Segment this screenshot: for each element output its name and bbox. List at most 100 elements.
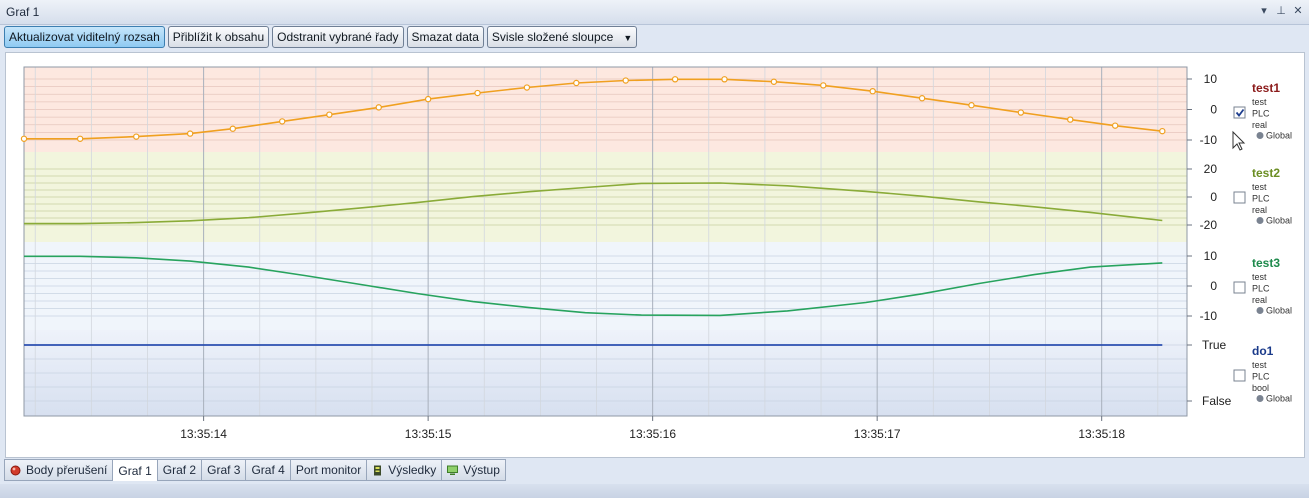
mouse-cursor-icon bbox=[1232, 130, 1246, 151]
data-point-test1[interactable] bbox=[20, 135, 28, 142]
legend-name-test1: test1 bbox=[1252, 81, 1280, 95]
data-point-test1[interactable] bbox=[1017, 109, 1025, 116]
status-bar bbox=[0, 484, 1309, 498]
y-tick-label-test3: -10 bbox=[1200, 309, 1218, 323]
data-point-test1[interactable] bbox=[918, 95, 926, 102]
y-tick-label-test1: 0 bbox=[1210, 103, 1217, 117]
remove-selected-series-button[interactable]: Odstranit vybrané řady bbox=[272, 26, 404, 48]
legend-meta-test3-2: real bbox=[1252, 295, 1267, 305]
legend-checkbox-do1[interactable] bbox=[1233, 369, 1246, 382]
tab-label: Graf 1 bbox=[118, 463, 152, 478]
y-tick-label-test3: 0 bbox=[1210, 279, 1217, 293]
legend-checkbox-test2[interactable] bbox=[1233, 191, 1246, 204]
data-point-test1[interactable] bbox=[424, 95, 432, 103]
legend-meta-test1-0: test bbox=[1252, 97, 1267, 107]
legend-name-test2: test2 bbox=[1252, 166, 1280, 180]
dropdown-icon[interactable]: ▾ bbox=[1257, 3, 1271, 19]
tab-graf-4[interactable]: Graf 4 bbox=[246, 459, 291, 481]
chart-toolbar: Aktualizovat viditelný rozsah Přiblížit … bbox=[4, 26, 638, 50]
x-tick-label-3: 13:35:17 bbox=[854, 427, 901, 441]
x-tick-label-1: 13:35:15 bbox=[405, 427, 452, 441]
panel-titlebar: Graf 1 ▾ ⊥ ✕ bbox=[0, 0, 1309, 25]
y-tick-label-test2: 20 bbox=[1204, 162, 1218, 176]
data-point-test1[interactable] bbox=[278, 118, 286, 125]
data-point-test1[interactable] bbox=[671, 76, 679, 83]
close-icon[interactable]: ✕ bbox=[1291, 3, 1305, 19]
tab-label: Port monitor bbox=[295, 463, 362, 477]
panel-title: Graf 1 bbox=[6, 5, 40, 19]
legend-meta-test2-2: real bbox=[1252, 205, 1267, 215]
legend-scope-test3: Global bbox=[1266, 306, 1292, 316]
legend-scope-test2: Global bbox=[1266, 216, 1292, 226]
tab-label: Výsledky bbox=[388, 463, 437, 477]
y-tick-label-do1: True bbox=[1202, 338, 1227, 352]
y-tick-label-do1: False bbox=[1202, 394, 1232, 408]
layout-dropdown-label: Svisle složené sloupce bbox=[491, 30, 614, 44]
chart-svg[interactable]: 13:35:14 13:35:15 13:35:16 13:35:17 13:35:18… bbox=[6, 53, 1304, 457]
legend-meta-test2-1: PLC bbox=[1252, 194, 1270, 204]
data-point-test1[interactable] bbox=[1159, 127, 1166, 135]
pin-icon[interactable]: ⊥ bbox=[1274, 3, 1288, 19]
legend-meta-test3-1: PLC bbox=[1252, 284, 1270, 294]
data-point-test1[interactable] bbox=[229, 125, 237, 132]
data-point-test1[interactable] bbox=[1111, 122, 1119, 129]
y-tick-label-test3: 10 bbox=[1204, 249, 1218, 263]
legend-scope-do1: Global bbox=[1266, 394, 1292, 404]
layout-dropdown[interactable]: Svisle složené sloupce ▼ bbox=[486, 26, 638, 48]
data-point-test1[interactable] bbox=[375, 104, 382, 111]
legend-meta-do1-2: bool bbox=[1252, 383, 1269, 393]
data-point-test1[interactable] bbox=[622, 77, 629, 84]
data-point-test1[interactable] bbox=[326, 111, 333, 118]
breakpoint-icon bbox=[10, 465, 21, 475]
tab-results[interactable]: Výsledky bbox=[367, 459, 443, 481]
data-point-test1[interactable] bbox=[523, 84, 531, 91]
tab-label: Graf 3 bbox=[207, 463, 241, 477]
legend-meta-test1-1: PLC bbox=[1252, 109, 1270, 119]
y-tick-label-test1: -10 bbox=[1200, 133, 1218, 147]
x-tick-label-2: 13:35:16 bbox=[629, 427, 676, 441]
zoom-to-content-button[interactable]: Přiblížit k obsahu bbox=[167, 26, 270, 48]
data-point-test1[interactable] bbox=[968, 102, 975, 109]
tab-label: Graf 2 bbox=[162, 463, 197, 477]
data-point-test1[interactable] bbox=[133, 133, 140, 140]
legend-checkbox-test3[interactable] bbox=[1233, 281, 1246, 294]
data-point-test1[interactable] bbox=[76, 135, 84, 142]
tab-port-monitor[interactable]: Port monitor bbox=[290, 459, 368, 481]
data-point-test1[interactable] bbox=[1067, 116, 1074, 123]
results-icon bbox=[374, 465, 382, 475]
tab-label: Graf 4 bbox=[251, 463, 285, 477]
legend-checkbox-test1[interactable] bbox=[1233, 106, 1246, 119]
chart-panel: 13:35:14 13:35:15 13:35:16 13:35:17 13:35:18… bbox=[5, 52, 1305, 458]
data-point-test1[interactable] bbox=[474, 89, 481, 97]
chevron-down-icon: ▼ bbox=[623, 33, 633, 43]
clear-data-button[interactable]: Smazat data bbox=[406, 26, 484, 48]
legend-name-do1: do1 bbox=[1252, 344, 1274, 358]
data-point-test1[interactable] bbox=[573, 79, 580, 87]
data-point-test1[interactable] bbox=[721, 76, 728, 83]
globe-icon bbox=[1256, 395, 1264, 402]
tab-graf-2[interactable]: Graf 2 bbox=[157, 459, 203, 481]
tab-breakpoints[interactable]: Body přerušení bbox=[4, 459, 114, 481]
tab-graf-1[interactable]: Graf 1 bbox=[113, 459, 158, 481]
tab-graf-3[interactable]: Graf 3 bbox=[202, 459, 247, 481]
tab-output[interactable]: Výstup bbox=[442, 459, 506, 481]
legend-name-test3: test3 bbox=[1252, 256, 1280, 270]
x-tick-label-4: 13:35:18 bbox=[1078, 427, 1125, 441]
y-tick-label-test1: 10 bbox=[1204, 72, 1218, 86]
y-tick-label-test2: 0 bbox=[1210, 190, 1217, 204]
data-point-test1[interactable] bbox=[186, 130, 194, 137]
legend-meta-test1-2: real bbox=[1252, 120, 1267, 130]
update-visible-range-button[interactable]: Aktualizovat viditelný rozsah bbox=[4, 26, 165, 48]
globe-icon bbox=[1256, 132, 1264, 139]
globe-icon bbox=[1256, 307, 1264, 314]
legend-meta-test2-0: test bbox=[1252, 182, 1267, 192]
legend-meta-do1-0: test bbox=[1252, 360, 1267, 370]
legend-meta-test3-0: test bbox=[1252, 272, 1267, 282]
y-tick-label-test2: -20 bbox=[1200, 218, 1218, 232]
data-point-test1[interactable] bbox=[869, 88, 876, 95]
tab-label: Body přerušení bbox=[26, 463, 108, 477]
data-point-test1[interactable] bbox=[770, 78, 778, 85]
bottom-tabs: Body přerušení Graf 1 Graf 2 Graf 3 Graf… bbox=[4, 459, 506, 481]
globe-icon bbox=[1256, 217, 1264, 224]
data-point-test1[interactable] bbox=[820, 82, 827, 89]
